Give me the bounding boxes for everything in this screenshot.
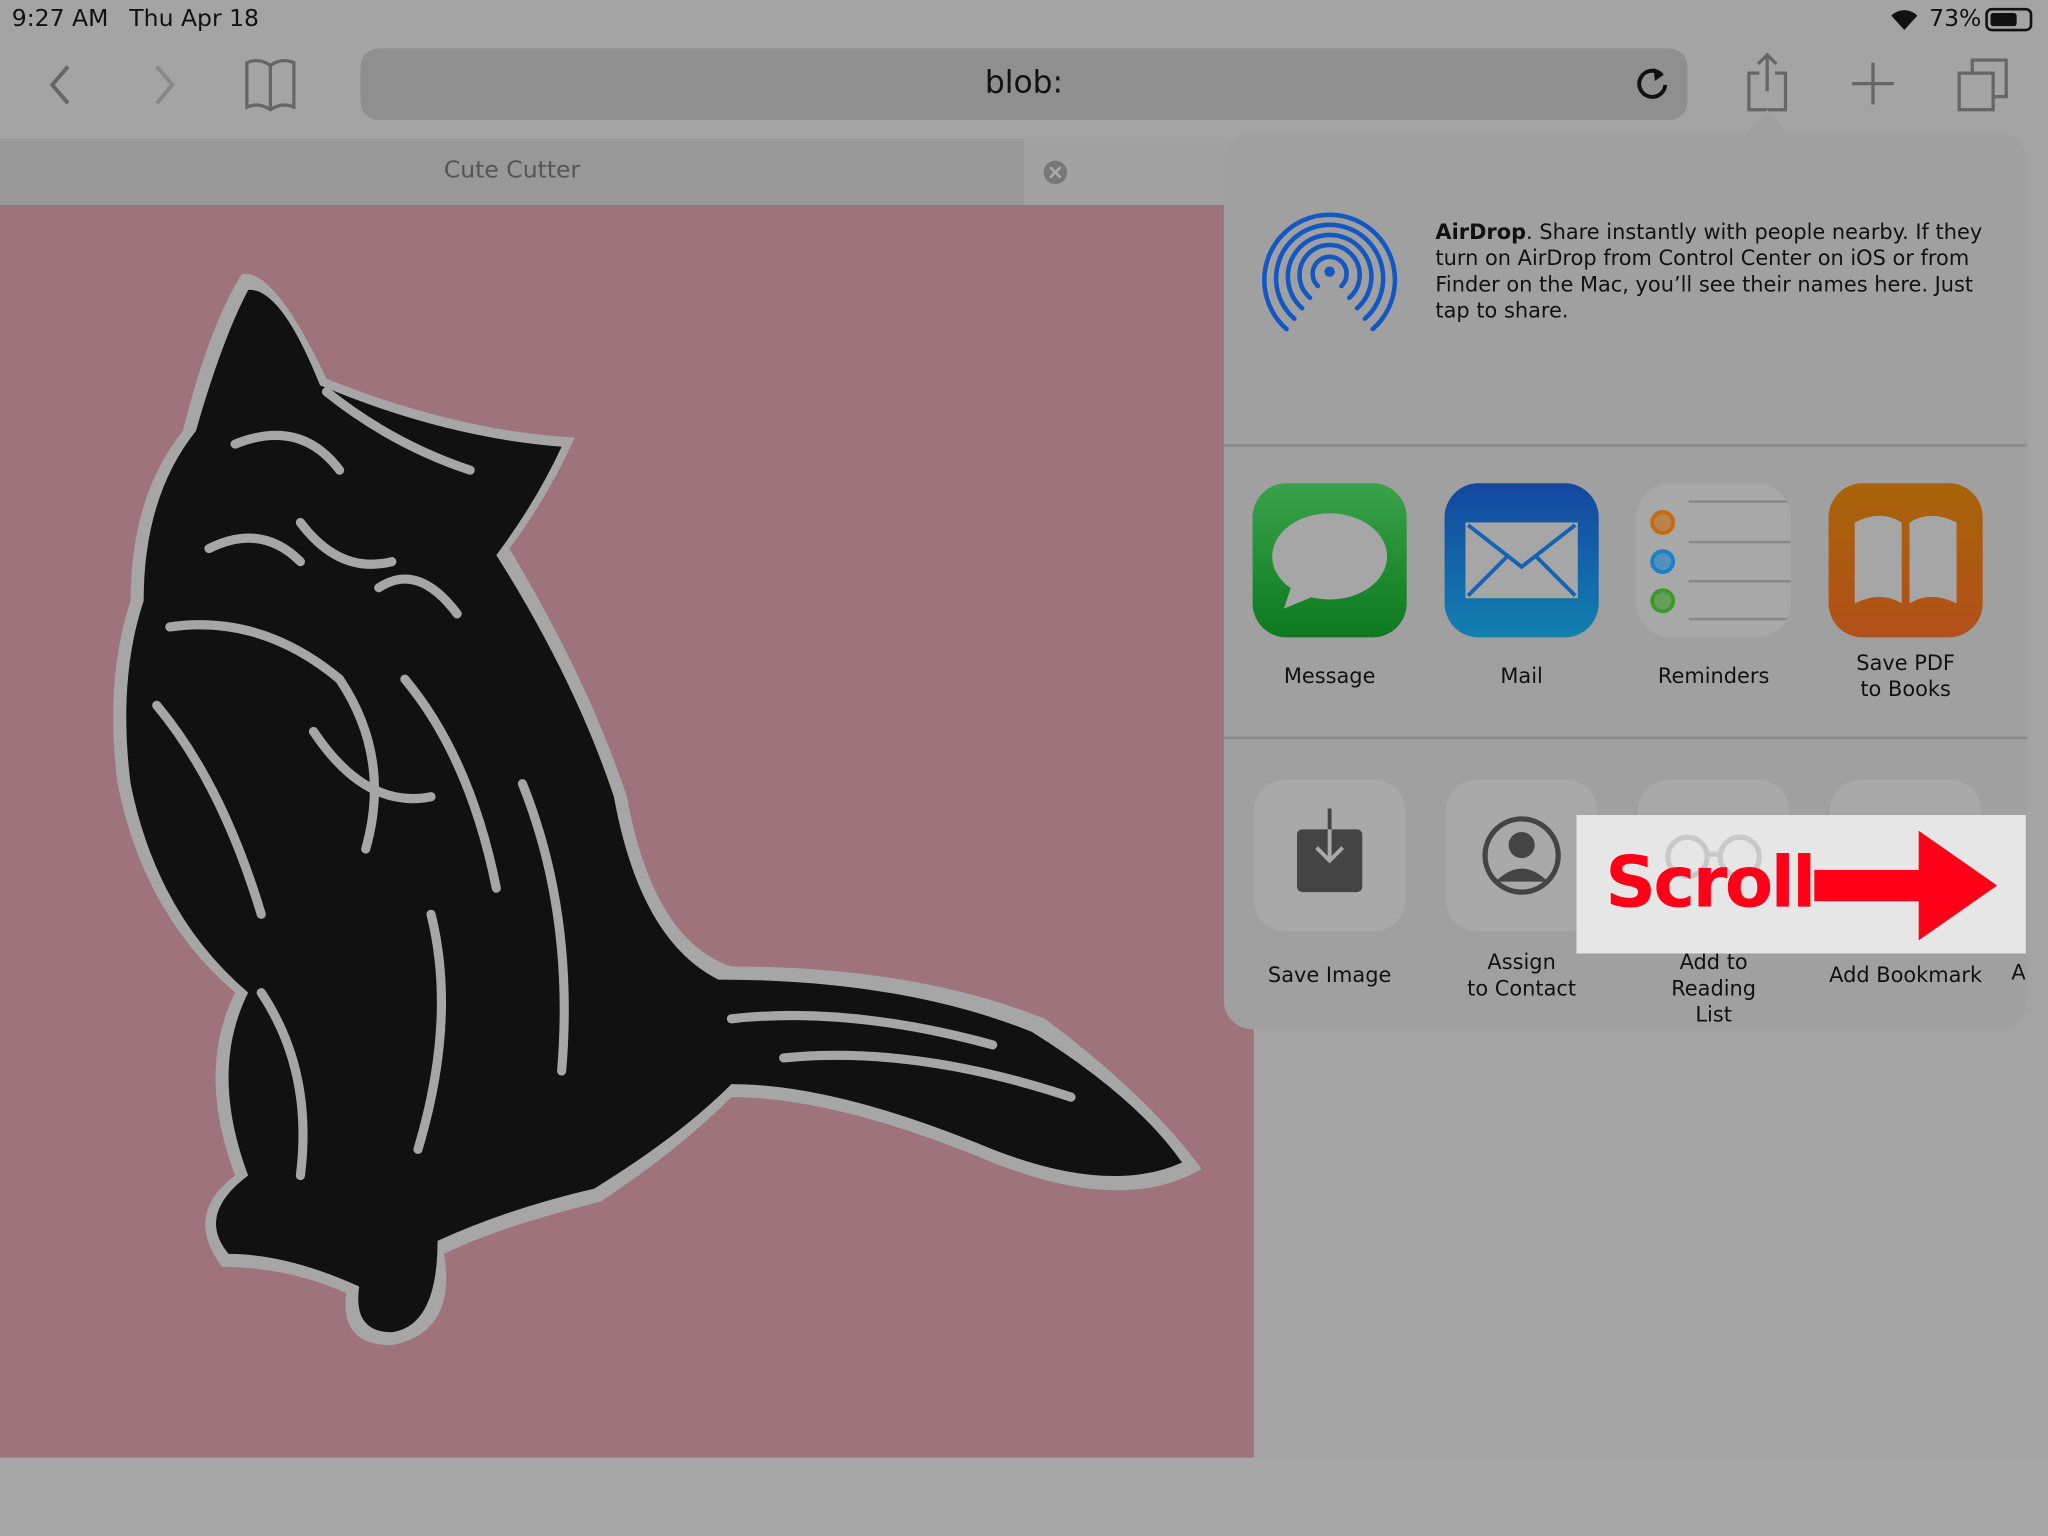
share-icon[interactable] xyxy=(1745,52,1789,112)
save-image-icon xyxy=(1253,779,1406,932)
close-tab-icon[interactable] xyxy=(1042,159,1068,185)
share-sheet-pointer xyxy=(1744,109,1790,136)
scroll-label: Scroll xyxy=(1605,841,1816,924)
bookmarks-icon[interactable] xyxy=(243,57,298,112)
airdrop-icon[interactable] xyxy=(1260,204,1398,335)
app-label: Reminders xyxy=(1657,663,1770,689)
reload-icon[interactable] xyxy=(1633,64,1672,103)
app-label: Message xyxy=(1283,663,1376,689)
action-label: Add Bookmark xyxy=(1829,962,1983,988)
app-books[interactable]: Save PDF to Books xyxy=(1827,483,1984,702)
action-label: Assign to Contact xyxy=(1467,949,1577,1001)
bottom-area xyxy=(0,1457,2048,1536)
url-text: blob: xyxy=(984,63,1064,101)
status-time: 9:27 AM xyxy=(11,5,109,33)
contact-icon xyxy=(1445,779,1598,932)
app-mail[interactable]: Mail xyxy=(1443,483,1600,689)
app-label: Save PDF to Books xyxy=(1856,650,1955,702)
tab-bar: Cute Cutter xyxy=(0,138,1226,207)
mail-icon xyxy=(1444,483,1599,638)
airdrop-title: AirDrop xyxy=(1435,219,1527,245)
action-label: Save Image xyxy=(1267,962,1392,988)
scroll-hint-overlay: Scroll xyxy=(1576,815,2026,954)
tabs-icon[interactable] xyxy=(1957,57,2012,112)
cat-illustration xyxy=(113,273,1202,1346)
airdrop-description: AirDrop. Share instantly with people nea… xyxy=(1435,219,1997,323)
web-content xyxy=(0,206,1254,1458)
divider xyxy=(1223,736,2028,740)
tab-cute-cutter[interactable]: Cute Cutter xyxy=(0,157,1024,184)
wifi-icon xyxy=(1891,10,1918,31)
status-date: Thu Apr 18 xyxy=(129,5,260,33)
battery-percent: 73% xyxy=(1929,5,1982,33)
arrow-right-icon xyxy=(1814,830,1998,941)
back-icon[interactable] xyxy=(44,63,75,107)
action-save-image[interactable]: Save Image xyxy=(1251,779,1408,989)
action-label: Add to Reading List xyxy=(1671,949,1757,1027)
reminders-icon xyxy=(1636,483,1791,638)
battery-icon xyxy=(1985,7,2033,32)
battery-fill xyxy=(1990,13,2018,27)
action-partial[interactable]: A xyxy=(2011,960,2025,985)
new-tab-icon[interactable] xyxy=(1849,60,1896,107)
divider xyxy=(1223,444,2028,447)
app-reminders[interactable]: Reminders xyxy=(1635,483,1792,689)
message-icon xyxy=(1252,483,1407,638)
forward-icon[interactable] xyxy=(149,63,180,107)
app-message[interactable]: Message xyxy=(1251,483,1408,689)
app-label: Mail xyxy=(1500,663,1543,689)
address-bar[interactable]: blob: xyxy=(360,48,1688,121)
books-icon xyxy=(1828,483,1983,638)
safari-screen: 9:27 AM Thu Apr 18 73% blob: Cute Cutter xyxy=(0,0,2048,1536)
